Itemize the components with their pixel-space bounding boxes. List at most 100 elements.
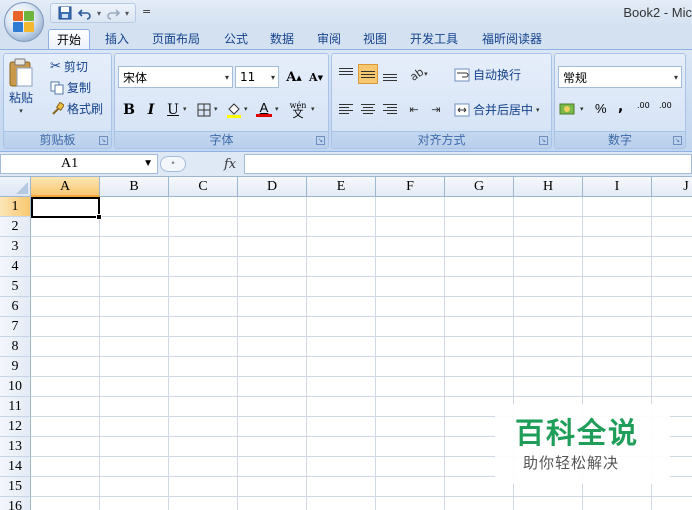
increase-indent-button[interactable]: ⇥ xyxy=(426,99,446,119)
row-header[interactable]: 13 xyxy=(0,437,31,457)
row-header[interactable]: 10 xyxy=(0,377,31,397)
bold-button[interactable]: B xyxy=(118,99,140,121)
undo-dropdown-icon[interactable]: ▾ xyxy=(97,9,101,18)
row-header[interactable]: 1 xyxy=(0,197,31,217)
underline-dropdown-icon[interactable]: ▾ xyxy=(183,105,187,113)
font-dialog-launcher[interactable]: ↘ xyxy=(316,136,325,145)
format-painter-button[interactable]: 格式刷 xyxy=(50,100,103,117)
select-all-button[interactable] xyxy=(0,177,31,197)
comma-style-button[interactable]: , xyxy=(618,99,623,115)
column-header[interactable]: A xyxy=(31,177,100,197)
top-align-button[interactable] xyxy=(336,64,356,84)
tab-foxit-reader[interactable]: 福昕阅读器 xyxy=(474,29,550,50)
paste-button[interactable]: 粘贴 ▾ xyxy=(8,58,34,115)
decrease-indent-button[interactable]: ⇤ xyxy=(404,99,424,119)
row-header[interactable]: 16 xyxy=(0,497,31,510)
tab-page-layout[interactable]: 页面布局 xyxy=(144,29,208,50)
column-header[interactable]: E xyxy=(307,177,376,197)
fill-color-dropdown-icon[interactable]: ▾ xyxy=(244,105,248,113)
grid-row-line xyxy=(31,296,692,297)
row-header[interactable]: 15 xyxy=(0,477,31,497)
align-center-button[interactable] xyxy=(358,99,378,119)
row-header[interactable]: 9 xyxy=(0,357,31,377)
name-box[interactable]: A1 ▼ xyxy=(0,154,158,174)
active-cell[interactable] xyxy=(31,197,100,218)
borders-button[interactable] xyxy=(193,99,215,121)
row-header[interactable]: 12 xyxy=(0,417,31,437)
row-header[interactable]: 3 xyxy=(0,237,31,257)
paste-dropdown-icon[interactable]: ▾ xyxy=(19,107,23,115)
orientation-button[interactable]: ab ▾ xyxy=(404,64,434,84)
percent-style-button[interactable]: % xyxy=(595,101,607,116)
column-header[interactable]: B xyxy=(100,177,169,197)
underline-button[interactable]: U xyxy=(162,99,184,121)
redo-icon[interactable] xyxy=(105,5,121,21)
column-header[interactable]: J xyxy=(652,177,692,197)
fill-color-button[interactable] xyxy=(223,99,245,121)
grid-row-line xyxy=(31,396,692,397)
formula-input[interactable] xyxy=(244,154,692,174)
font-size-combo[interactable]: 11 ▾ xyxy=(235,66,279,88)
column-header[interactable]: H xyxy=(514,177,583,197)
formula-bar: A1 ▼ • fx xyxy=(0,152,692,177)
tab-view[interactable]: 视图 xyxy=(355,29,395,50)
redo-dropdown-icon[interactable]: ▾ xyxy=(125,9,129,18)
row-header[interactable]: 6 xyxy=(0,297,31,317)
insert-function-button[interactable]: fx xyxy=(224,157,236,172)
alignment-dialog-launcher[interactable]: ↘ xyxy=(539,136,548,145)
row-header[interactable]: 2 xyxy=(0,217,31,237)
column-header[interactable]: G xyxy=(445,177,514,197)
number-dialog-launcher[interactable]: ↘ xyxy=(673,136,682,145)
grow-font-button[interactable]: A ▲ xyxy=(283,66,305,88)
middle-align-button[interactable] xyxy=(358,64,378,84)
font-color-button[interactable]: A xyxy=(253,98,275,120)
cut-button[interactable]: ✂ 剪切 xyxy=(50,58,88,75)
row-header[interactable]: 8 xyxy=(0,337,31,357)
decrease-decimal-button[interactable]: .00 xyxy=(659,102,672,110)
column-header[interactable]: D xyxy=(238,177,307,197)
column-header[interactable]: C xyxy=(169,177,238,197)
bottom-align-button[interactable] xyxy=(380,64,400,84)
tab-developer[interactable]: 开发工具 xyxy=(402,29,466,50)
fill-handle[interactable] xyxy=(96,214,102,220)
wrap-text-button[interactable]: 自动换行 xyxy=(454,66,521,83)
font-name-combo[interactable]: 宋体 ▾ xyxy=(118,66,233,88)
customize-qat-button[interactable]: = xyxy=(142,5,151,18)
column-header[interactable]: I xyxy=(583,177,652,197)
row-header[interactable]: 14 xyxy=(0,457,31,477)
row-header[interactable]: 7 xyxy=(0,317,31,337)
borders-dropdown-icon[interactable]: ▾ xyxy=(214,105,218,113)
chevron-down-icon[interactable]: ▼ xyxy=(143,155,153,173)
align-left-button[interactable] xyxy=(336,99,356,119)
number-group-label: 数字 xyxy=(555,131,685,148)
row-header[interactable]: 11 xyxy=(0,397,31,417)
save-icon[interactable] xyxy=(57,5,73,21)
clipboard-dialog-launcher[interactable]: ↘ xyxy=(99,136,108,145)
formula-bar-handle[interactable]: • xyxy=(160,156,186,172)
tab-data[interactable]: 数据 xyxy=(262,29,302,50)
tab-review[interactable]: 审阅 xyxy=(309,29,349,50)
row-header[interactable]: 4 xyxy=(0,257,31,277)
number-format-combo[interactable]: 常规 ▾ xyxy=(558,66,682,88)
increase-decimal-button[interactable]: .00 xyxy=(637,102,650,110)
tab-formulas[interactable]: 公式 xyxy=(216,29,256,50)
column-header[interactable]: F xyxy=(376,177,445,197)
office-button[interactable] xyxy=(4,2,44,42)
middle-align-icon xyxy=(361,70,375,78)
italic-button[interactable]: I xyxy=(140,99,162,121)
copy-button[interactable]: 复制 xyxy=(50,79,91,96)
row-header[interactable]: 5 xyxy=(0,277,31,297)
font-color-dropdown-icon[interactable]: ▾ xyxy=(275,105,279,113)
shrink-font-button[interactable]: A ▼ xyxy=(305,66,327,88)
undo-icon[interactable] xyxy=(77,5,93,21)
phonetic-guide-button[interactable]: wén 文 xyxy=(287,99,309,121)
accounting-format-button[interactable]: ▾ xyxy=(559,102,584,116)
excel-window: ▾ ▾ = Book2 - Mic 开始 插入 页面布局 公式 数据 审阅 视图… xyxy=(0,0,692,510)
merge-center-button[interactable]: 合并后居中 ▾ xyxy=(454,101,540,118)
currency-icon xyxy=(559,102,577,116)
name-box-value: A1 xyxy=(61,156,79,171)
tab-insert[interactable]: 插入 xyxy=(97,29,137,50)
align-right-button[interactable] xyxy=(380,99,400,119)
phonetic-dropdown-icon[interactable]: ▾ xyxy=(311,105,315,113)
tab-home[interactable]: 开始 xyxy=(48,29,91,50)
